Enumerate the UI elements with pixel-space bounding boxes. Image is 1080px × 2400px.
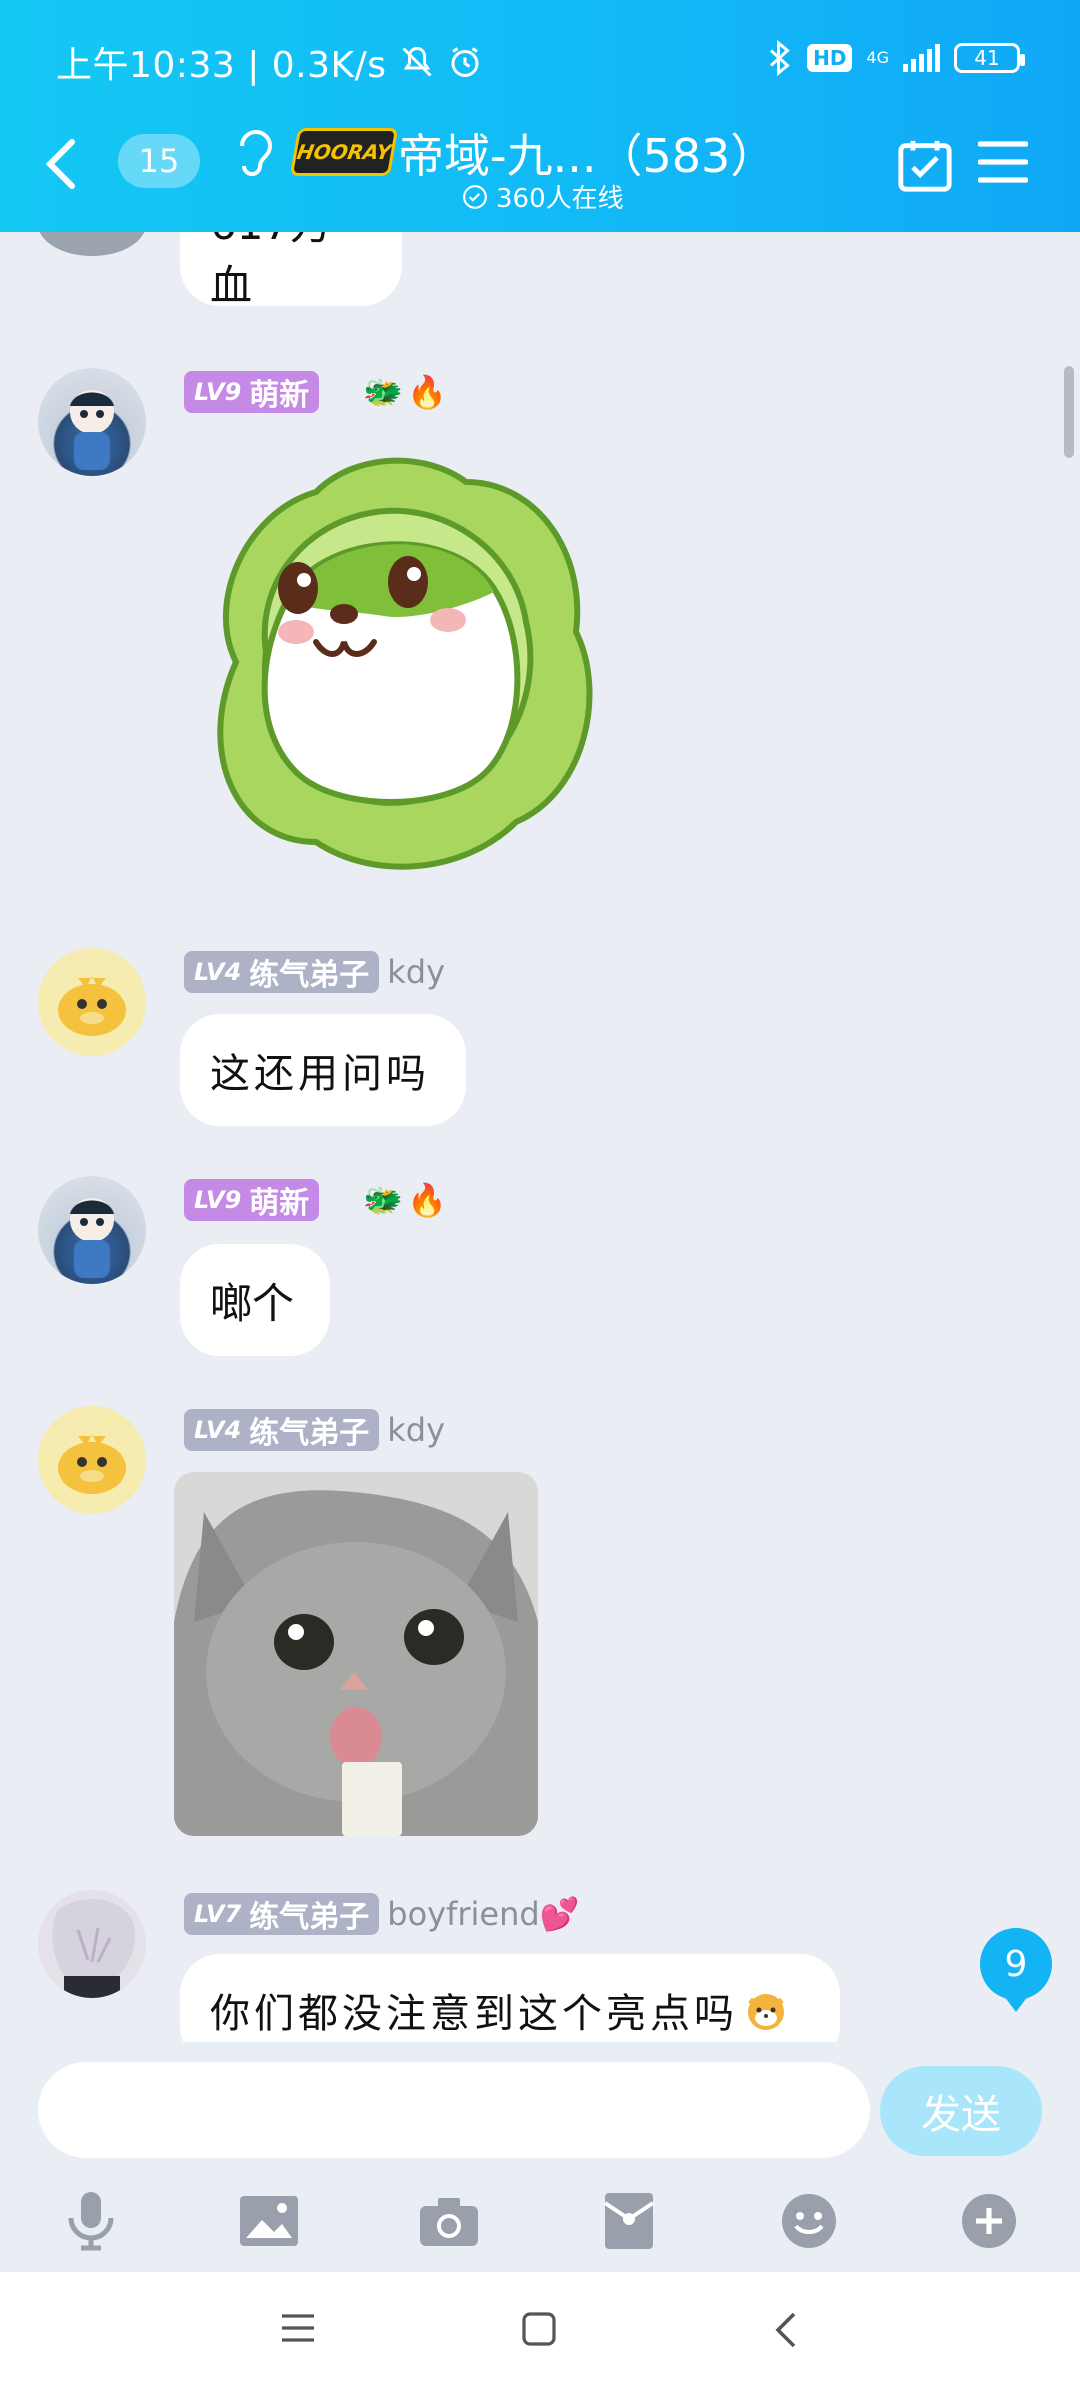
camera-icon xyxy=(420,2198,478,2246)
calendar-check-icon[interactable] xyxy=(896,136,954,194)
level-badge: LV7 练气弟子 xyxy=(184,1893,380,1935)
level-badge: LV9 萌新 xyxy=(184,1179,320,1221)
level-badge: LV4 练气弟子 xyxy=(184,951,380,993)
status-time: 上午10:33 | 0.3K/s xyxy=(56,45,387,86)
message-text: 617万血 xyxy=(210,232,332,310)
message-bubble[interactable]: 你们都没注意到这个亮点吗 xyxy=(180,1954,840,2042)
unread-count-badge[interactable]: 15 xyxy=(118,134,200,188)
message-meta: LV4 练气弟子 kdy xyxy=(184,1408,445,1452)
message-text: 这还用问吗 xyxy=(210,1051,430,1097)
avatar[interactable] xyxy=(38,368,146,476)
message-bubble[interactable]: 啷个 xyxy=(180,1244,330,1356)
composer: 发送 xyxy=(0,2042,1080,2272)
recent-apps-button[interactable] xyxy=(280,2312,316,2348)
square-icon xyxy=(522,2312,556,2346)
voice-button[interactable] xyxy=(56,2186,126,2256)
honor-badges: 🐲🔥 xyxy=(363,373,451,411)
camera-button[interactable] xyxy=(414,2186,484,2256)
online-status[interactable]: 360人在线 xyxy=(462,178,624,215)
hd-badge: HD xyxy=(807,44,853,72)
message-meta: LV9 萌新 🐲🔥 xyxy=(184,370,451,414)
smiley-icon xyxy=(782,2194,836,2248)
system-navigation-bar xyxy=(0,2272,1080,2400)
message-bubble[interactable]: 617万血 xyxy=(180,232,402,310)
back-chevron-icon xyxy=(775,2312,796,2348)
plus-circle-icon xyxy=(962,2194,1016,2248)
system-back-button[interactable] xyxy=(774,2312,798,2352)
avatar-figure xyxy=(52,1899,135,1998)
message-input[interactable] xyxy=(38,2062,870,2158)
more-button[interactable] xyxy=(954,2186,1024,2256)
emoji-button[interactable] xyxy=(774,2186,844,2256)
chat-header: 上午10:33 | 0.3K/s HD 4G 41 15 HOORAY 帝域-九… xyxy=(0,0,1080,232)
back-arrow-icon[interactable] xyxy=(44,138,80,190)
ear-icon[interactable] xyxy=(234,126,274,178)
nickname[interactable]: kdy xyxy=(387,953,445,991)
message-meta: LV7 练气弟子 boyfriend💕 xyxy=(184,1892,580,1936)
online-count: 360人在线 xyxy=(496,184,624,214)
bluetooth-icon xyxy=(770,40,790,76)
red-packet-button[interactable] xyxy=(594,2186,664,2256)
level-badge: LV4 练气弟子 xyxy=(184,1409,380,1451)
red-packet-icon xyxy=(603,2193,655,2249)
shiba-emoji-icon xyxy=(748,1994,784,2030)
avatar-figure xyxy=(58,976,126,1036)
cat-photo-image xyxy=(174,1472,538,1836)
avatar[interactable] xyxy=(38,1890,146,1998)
cabbage-dog-sticker[interactable] xyxy=(176,442,632,882)
cat-photo[interactable] xyxy=(174,1472,538,1836)
message-meta: LV4 练气弟子 kdy xyxy=(184,950,445,994)
status-bar-right: HD 4G 41 xyxy=(767,40,1025,76)
battery-icon: 41 xyxy=(954,43,1025,73)
menu-lines-icon xyxy=(282,2314,314,2342)
avatar[interactable] xyxy=(38,1176,146,1284)
avatar[interactable] xyxy=(38,232,146,256)
message-text: 啷个 xyxy=(210,1278,295,1328)
menu-icon[interactable] xyxy=(978,140,1028,184)
check-circle-icon xyxy=(463,184,487,209)
scrollbar[interactable] xyxy=(1064,366,1074,458)
message-list[interactable]: 617万血 LV9萌新 🐲🔥 LV4练气弟子 kdy 这还用问吗 xyxy=(0,232,1080,2042)
home-button[interactable] xyxy=(522,2312,556,2350)
signal-icon xyxy=(903,44,940,72)
message-bubble[interactable]: 这还用问吗 xyxy=(180,1014,466,1126)
send-button[interactable]: 发送 xyxy=(880,2066,1042,2156)
alarm-icon xyxy=(451,47,479,77)
group-title[interactable]: 帝域-九...（583） xyxy=(398,120,776,186)
avatar-figure xyxy=(70,1198,114,1278)
honor-badges: 🐲🔥 xyxy=(363,1181,451,1219)
level-badge: LV9 萌新 xyxy=(184,371,320,413)
microphone-icon xyxy=(68,2192,114,2251)
bell-off-icon xyxy=(401,46,432,77)
nickname[interactable]: kdy xyxy=(387,1411,445,1449)
nickname[interactable]: boyfriend💕 xyxy=(387,1895,579,1933)
avatar-figure xyxy=(70,390,114,470)
status-bar-left: 上午10:33 | 0.3K/s xyxy=(56,36,483,88)
group-logo: HOORAY xyxy=(289,128,399,176)
net-type: 4G xyxy=(866,48,889,67)
message-text: 你们都没注意到这个亮点吗 xyxy=(210,1991,738,2037)
message-meta: LV9 萌新 🐲🔥 xyxy=(184,1178,451,1222)
image-button[interactable] xyxy=(234,2186,304,2256)
top-nav: 15 HOORAY 帝域-九...（583） 360人在线 xyxy=(0,120,1080,220)
image-icon xyxy=(240,2196,298,2246)
new-messages-badge[interactable]: 9 xyxy=(980,1928,1052,2012)
avatar[interactable] xyxy=(38,1406,146,1514)
avatar-figure xyxy=(58,1434,126,1494)
avatar[interactable] xyxy=(38,948,146,1056)
